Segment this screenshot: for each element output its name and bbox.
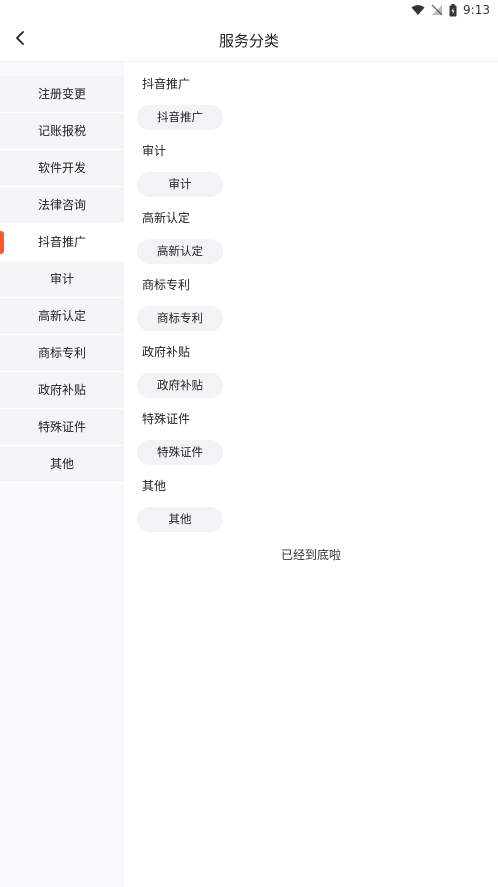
sidebar-item-label: 高新认定 (37, 309, 86, 323)
back-button[interactable] (6, 26, 34, 54)
service-group: 其他 其他 (124, 477, 498, 544)
service-chip[interactable]: 抖音推广 (137, 105, 223, 130)
sidebar-item-other[interactable]: 其他 (0, 446, 124, 483)
wifi-icon (411, 4, 425, 16)
service-chip[interactable]: 其他 (137, 507, 223, 532)
sidebar-item-label: 特殊证件 (37, 420, 86, 434)
sidebar-item-label: 记账报税 (37, 124, 86, 138)
sidebar-item-special-license[interactable]: 特殊证件 (0, 409, 124, 446)
status-bar: 9:13 (0, 0, 498, 20)
sidebar-item-legal-consult[interactable]: 法律咨询 (0, 187, 124, 224)
sidebar-item-register-change[interactable]: 注册变更 (0, 76, 124, 113)
sidebar-item-label: 注册变更 (37, 87, 86, 101)
service-chip[interactable]: 高新认定 (137, 239, 223, 264)
chevron-left-icon (14, 30, 26, 50)
group-title: 高新认定 (142, 211, 191, 225)
sidebar-item-douyin-promo[interactable]: 抖音推广 (0, 224, 124, 261)
sidebar-item-hightech-cert[interactable]: 高新认定 (0, 298, 124, 335)
sidebar-item-label: 软件开发 (37, 161, 86, 175)
sidebar-item-label: 抖音推广 (37, 235, 86, 249)
sidebar-item-label: 法律咨询 (37, 198, 86, 212)
sidebar-item-audit[interactable]: 审计 (0, 261, 124, 298)
service-group: 高新认定 高新认定 (124, 209, 498, 276)
service-chip[interactable]: 政府补贴 (137, 373, 223, 398)
service-group: 抖音推广 抖音推广 (124, 75, 498, 142)
sidebar-list: 注册变更 记账报税 软件开发 法律咨询 抖音推广 审计 高新认定 商标专利 政府… (0, 62, 124, 483)
group-title: 商标专利 (142, 278, 191, 292)
sidebar-item-label: 审计 (49, 272, 74, 286)
active-indicator (0, 231, 4, 254)
service-chip[interactable]: 特殊证件 (137, 440, 223, 465)
group-title: 特殊证件 (142, 412, 191, 426)
service-group: 特殊证件 特殊证件 (124, 410, 498, 477)
header: 服务分类 (0, 20, 498, 62)
service-group: 商标专利 商标专利 (124, 276, 498, 343)
status-time: 9:13 (463, 3, 490, 17)
service-group: 政府补贴 政府补贴 (124, 343, 498, 410)
end-of-list-text: 已经到底啦 (280, 548, 341, 562)
service-group: 审计 审计 (124, 142, 498, 209)
service-chip[interactable]: 审计 (137, 172, 223, 197)
sidebar-item-label: 商标专利 (37, 346, 86, 360)
no-signal-icon (431, 4, 443, 16)
service-chip[interactable]: 商标专利 (137, 306, 223, 331)
category-sidebar: 注册变更 记账报税 软件开发 法律咨询 抖音推广 审计 高新认定 商标专利 政府… (0, 62, 124, 887)
group-title: 抖音推广 (142, 77, 191, 91)
sidebar-item-label: 政府补贴 (37, 383, 86, 397)
service-content: 抖音推广 抖音推广 审计 审计 高新认定 高新认定 商标专利 商标专利 政府补贴… (124, 62, 498, 887)
battery-icon (449, 3, 457, 17)
group-title: 政府补贴 (142, 345, 191, 359)
sidebar-item-trademark-patent[interactable]: 商标专利 (0, 335, 124, 372)
group-title: 审计 (142, 144, 167, 158)
page-title: 服务分类 (218, 32, 279, 50)
group-title: 其他 (142, 479, 167, 493)
sidebar-item-label: 其他 (49, 457, 74, 471)
service-groups: 抖音推广 抖音推广 审计 审计 高新认定 高新认定 商标专利 商标专利 政府补贴… (124, 62, 498, 563)
sidebar-item-gov-subsidy[interactable]: 政府补贴 (0, 372, 124, 409)
sidebar-item-bookkeeping-tax[interactable]: 记账报税 (0, 113, 124, 150)
sidebar-item-software-dev[interactable]: 软件开发 (0, 150, 124, 187)
